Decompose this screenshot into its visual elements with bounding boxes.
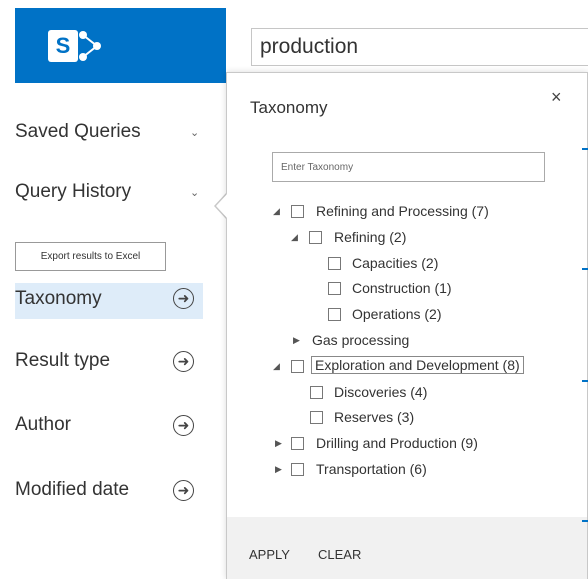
refiner-taxonomy[interactable]: Taxonomy bbox=[15, 288, 102, 310]
checkbox[interactable] bbox=[309, 231, 322, 244]
panel-footer: APPLY CLEAR bbox=[227, 517, 587, 579]
tree-node-label: Operations (2) bbox=[352, 306, 442, 322]
arrow-circle-icon[interactable]: ➜ bbox=[173, 415, 194, 436]
query-history-link[interactable]: Query History bbox=[15, 181, 131, 203]
tree-node-label: Refining (2) bbox=[334, 229, 407, 245]
checkbox[interactable] bbox=[310, 386, 323, 399]
result-edge-mark bbox=[582, 520, 588, 522]
search-box[interactable]: production bbox=[251, 28, 588, 66]
clear-button[interactable]: CLEAR bbox=[318, 547, 361, 562]
tree-node-label-focused: Exploration and Development (8) bbox=[311, 356, 524, 374]
panel-callout-pointer-fill bbox=[216, 193, 228, 219]
refiner-modified-date[interactable]: Modified date bbox=[15, 479, 129, 501]
sharepoint-logo[interactable]: S bbox=[15, 8, 226, 83]
collapsed-triangle-icon[interactable]: ▶ bbox=[293, 335, 300, 346]
saved-queries-chevron-icon[interactable]: ⌄ bbox=[190, 126, 199, 139]
search-query: production bbox=[260, 35, 359, 58]
arrow-circle-icon[interactable]: ➜ bbox=[173, 288, 194, 309]
sharepoint-arrows-icon bbox=[79, 31, 101, 61]
result-edge-mark bbox=[582, 380, 588, 382]
close-icon[interactable]: × bbox=[551, 87, 562, 108]
expanded-triangle-icon[interactable]: ◢ bbox=[273, 206, 280, 217]
checkbox[interactable] bbox=[291, 463, 304, 476]
checkbox[interactable] bbox=[328, 257, 341, 270]
checkbox[interactable] bbox=[310, 411, 323, 424]
checkbox[interactable] bbox=[291, 360, 304, 373]
refiner-result-type[interactable]: Result type bbox=[15, 350, 110, 372]
result-edge-mark bbox=[582, 268, 588, 270]
checkbox[interactable] bbox=[328, 282, 341, 295]
checkbox[interactable] bbox=[291, 437, 304, 450]
collapsed-triangle-icon[interactable]: ▶ bbox=[275, 438, 282, 449]
taxonomy-input-wrapper bbox=[272, 152, 545, 182]
panel-title: Taxonomy bbox=[250, 98, 328, 117]
query-history-chevron-icon[interactable]: ⌄ bbox=[190, 186, 199, 199]
tree-node-label: Gas processing bbox=[312, 332, 410, 348]
checkbox[interactable] bbox=[291, 205, 304, 218]
arrow-circle-icon[interactable]: ➜ bbox=[173, 480, 194, 501]
collapsed-triangle-icon[interactable]: ▶ bbox=[275, 464, 282, 475]
taxonomy-panel: Taxonomy × ◢ Refining and Processing (7)… bbox=[226, 72, 588, 579]
saved-queries-link[interactable]: Saved Queries bbox=[15, 121, 141, 143]
tree-node-label: Construction (1) bbox=[352, 280, 452, 296]
expanded-triangle-icon[interactable]: ◢ bbox=[273, 361, 280, 372]
tree-node-label: Reserves (3) bbox=[334, 409, 415, 425]
checkbox[interactable] bbox=[328, 308, 341, 321]
export-results-button[interactable]: Export results to Excel bbox=[15, 242, 166, 271]
tree-node-label: Transportation (6) bbox=[316, 461, 427, 477]
taxonomy-input[interactable] bbox=[273, 153, 544, 181]
tree-node-label: Refining and Processing (7) bbox=[316, 203, 489, 219]
tree-node-label: Capacities (2) bbox=[352, 255, 439, 271]
refiner-author[interactable]: Author bbox=[15, 414, 71, 436]
apply-button[interactable]: APPLY bbox=[249, 547, 290, 562]
tree-node-label: Discoveries (4) bbox=[334, 384, 428, 400]
arrow-circle-icon[interactable]: ➜ bbox=[173, 351, 194, 372]
result-edge-mark bbox=[582, 148, 588, 150]
sharepoint-s-icon: S bbox=[48, 30, 78, 62]
tree-node-label: Drilling and Production (9) bbox=[316, 435, 478, 451]
expanded-triangle-icon[interactable]: ◢ bbox=[291, 232, 298, 243]
